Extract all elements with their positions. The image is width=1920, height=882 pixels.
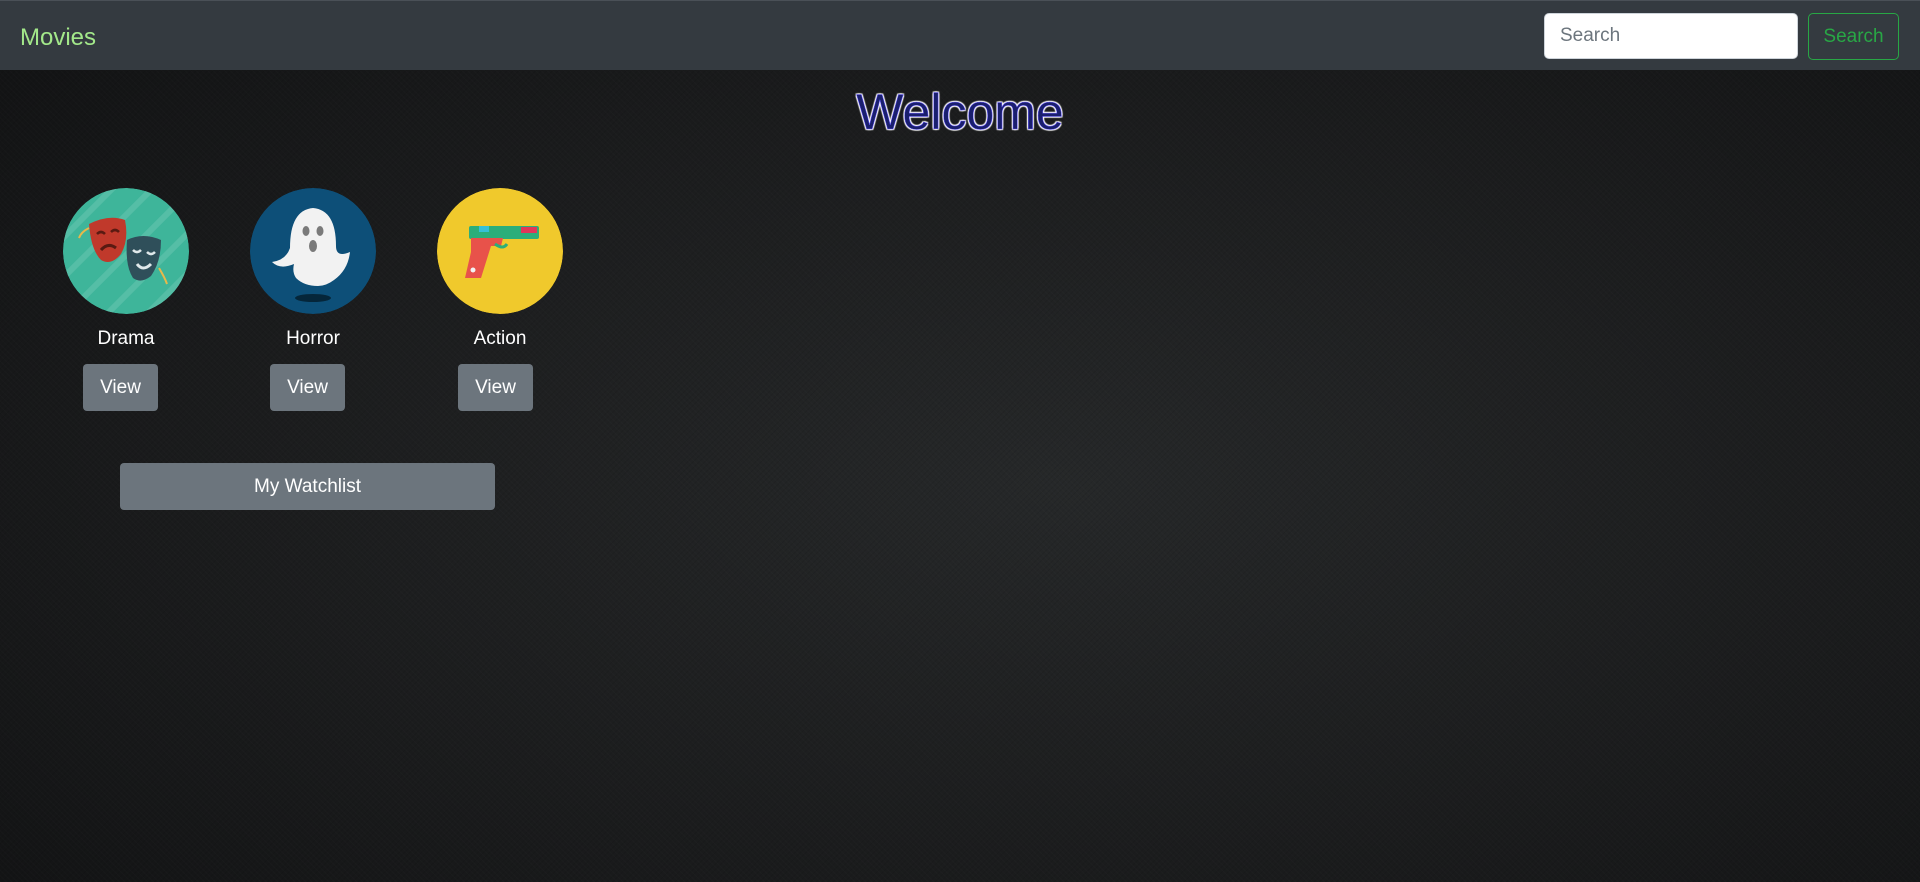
my-watchlist-button[interactable]: My Watchlist xyxy=(120,463,495,510)
genre-label: Horror xyxy=(286,328,340,349)
page-title: Welcome xyxy=(856,84,1064,141)
genre-label: Action xyxy=(473,328,527,349)
view-action-button[interactable]: View xyxy=(458,364,533,411)
view-drama-button[interactable]: View xyxy=(83,364,158,411)
pistol-icon xyxy=(437,188,563,314)
genre-label: Drama xyxy=(97,328,155,349)
brand-link[interactable]: Movies xyxy=(20,24,96,52)
view-horror-button[interactable]: View xyxy=(270,364,345,411)
ghost-icon xyxy=(250,188,376,314)
search-input[interactable] xyxy=(1544,13,1798,59)
theater-masks-icon xyxy=(63,188,189,314)
search-button[interactable]: Search xyxy=(1808,13,1899,60)
top-navbar: Movies Search xyxy=(0,0,1920,70)
